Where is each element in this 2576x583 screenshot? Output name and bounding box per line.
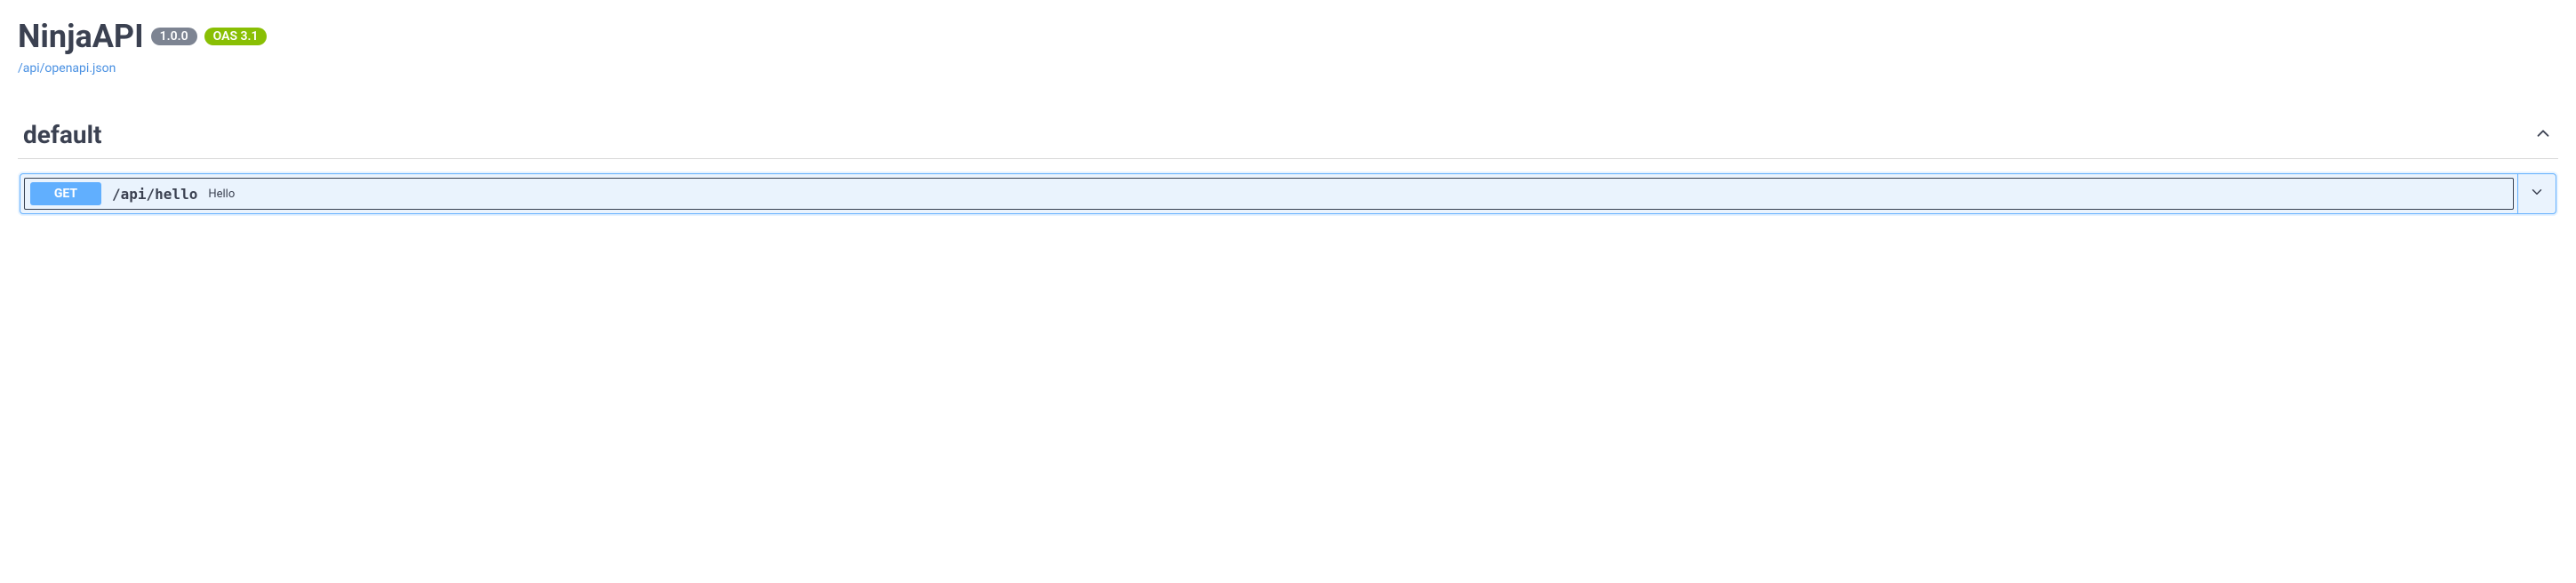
section-header[interactable]: default <box>18 111 2558 159</box>
api-header: NinjaAPI 1.0.0 OAS 3.1 <box>18 18 2558 55</box>
chevron-up-icon <box>2533 124 2553 147</box>
chevron-down-icon <box>2529 184 2545 204</box>
api-title: NinjaAPI <box>18 18 144 55</box>
operation-summary: Hello <box>208 188 235 201</box>
operation-block[interactable]: GET /api/hello Hello <box>20 173 2556 214</box>
spec-link[interactable]: /api/openapi.json <box>18 61 116 76</box>
version-badge: 1.0.0 <box>151 28 197 45</box>
operation-main: GET /api/hello Hello <box>24 178 2514 210</box>
expand-toggle[interactable] <box>2517 174 2556 213</box>
operation-path: /api/hello <box>112 186 197 203</box>
section-title: default <box>23 120 101 149</box>
oas-badge: OAS 3.1 <box>204 28 268 45</box>
method-badge: GET <box>30 182 101 205</box>
